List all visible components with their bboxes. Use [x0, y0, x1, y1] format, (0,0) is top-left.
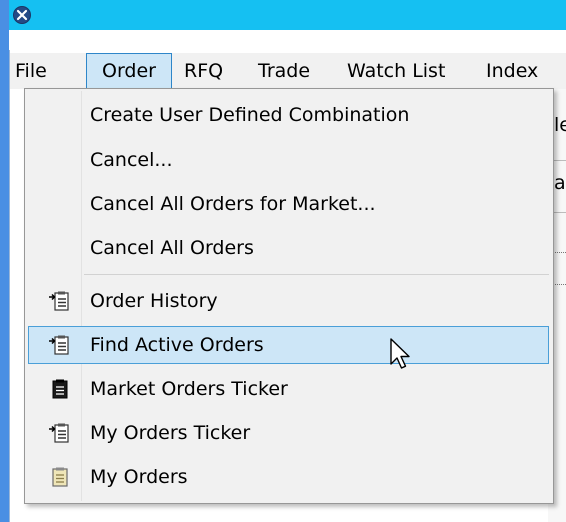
order-dropdown-menu: Create User Defined Combination Cancel..…	[24, 88, 554, 504]
list-arrow-icon	[48, 423, 70, 443]
menu-item-find-active-orders[interactable]: Find Active Orders	[28, 326, 549, 364]
list-arrow-icon	[48, 335, 70, 355]
background-dotted-line	[553, 284, 566, 285]
menu-item-market-orders-ticker[interactable]: Market Orders Ticker	[28, 370, 549, 408]
background-dotted-line	[553, 252, 566, 253]
menu-bar: File Order RFQ Trade Watch List Index	[10, 53, 566, 89]
menu-item-create-user-defined-combination[interactable]: Create User Defined Combination	[28, 96, 549, 134]
menu-item-label: My Orders	[90, 466, 188, 488]
clipboard-light-icon	[48, 467, 70, 487]
menu-item-order-history[interactable]: Order History	[28, 282, 549, 320]
menu-index[interactable]: Index	[486, 53, 556, 89]
window-left-border	[0, 0, 9, 522]
menu-rfq[interactable]: RFQ	[184, 53, 234, 89]
menu-watch-list[interactable]: Watch List	[347, 53, 467, 89]
menu-item-my-orders-ticker[interactable]: My Orders Ticker	[28, 414, 549, 452]
menu-item-label: Market Orders Ticker	[90, 378, 288, 400]
menu-item-label: Cancel All Orders	[90, 237, 254, 259]
menu-trade[interactable]: Trade	[258, 53, 328, 89]
menu-item-cancel-all-orders-for-market[interactable]: Cancel All Orders for Market...	[28, 185, 549, 223]
menu-order[interactable]: Order	[86, 53, 172, 89]
clipboard-dark-icon	[48, 379, 70, 399]
menu-item-cancel[interactable]: Cancel...	[28, 141, 549, 179]
menu-item-label: Cancel All Orders for Market...	[90, 193, 376, 215]
menu-item-label: Cancel...	[90, 149, 173, 171]
menu-item-label: Create User Defined Combination	[90, 104, 410, 126]
background-text-fragment: le	[554, 114, 566, 136]
app-logo-icon[interactable]	[13, 6, 31, 24]
menu-item-label: Order History	[90, 290, 218, 312]
window-inner-border	[9, 50, 10, 522]
menu-item-label: Find Active Orders	[90, 334, 264, 356]
menu-file[interactable]: File	[15, 53, 65, 89]
menu-item-cancel-all-orders[interactable]: Cancel All Orders	[28, 229, 549, 267]
menu-separator	[84, 274, 549, 275]
background-text-fragment: at	[554, 172, 566, 194]
menu-item-my-orders[interactable]: My Orders	[28, 458, 549, 496]
mouse-cursor-icon	[390, 338, 410, 369]
title-bar	[9, 0, 566, 30]
list-arrow-icon	[48, 291, 70, 311]
menu-item-label: My Orders Ticker	[90, 422, 251, 444]
